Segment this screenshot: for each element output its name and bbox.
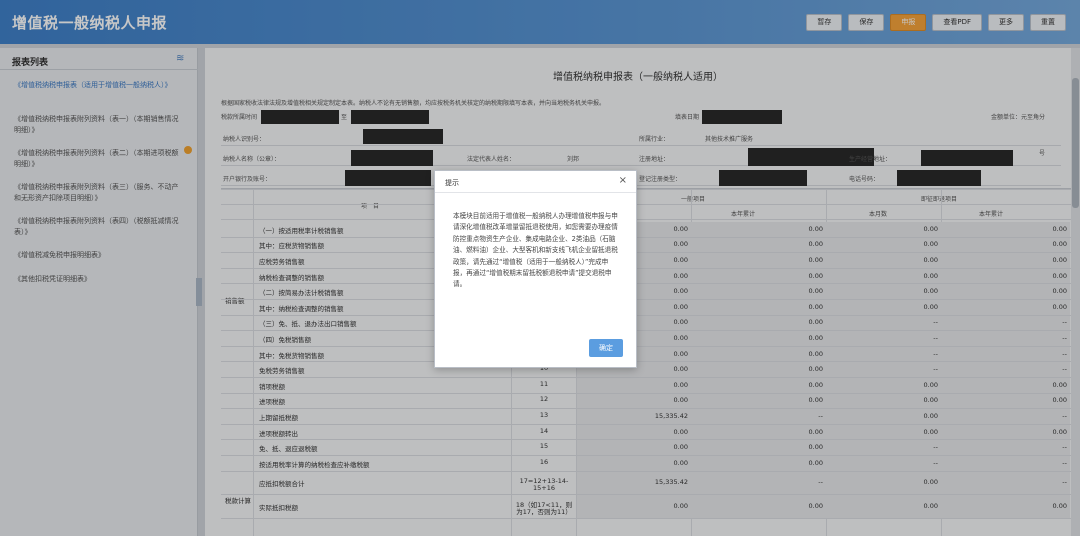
dialog-message: 本模块目前适用于增值税一般纳税人办理增值税申报与申请深化增值税改革增量留抵退税使… <box>453 212 618 289</box>
dialog-title: 提示 <box>445 179 459 187</box>
notice-dialog: 提示 × 本模块目前适用于增值税一般纳税人办理增值税申报与申请深化增值税改革增量… <box>434 170 637 368</box>
dialog-header: 提示 × <box>435 171 636 193</box>
confirm-button[interactable]: 确定 <box>589 339 623 357</box>
close-icon[interactable]: × <box>619 176 627 186</box>
